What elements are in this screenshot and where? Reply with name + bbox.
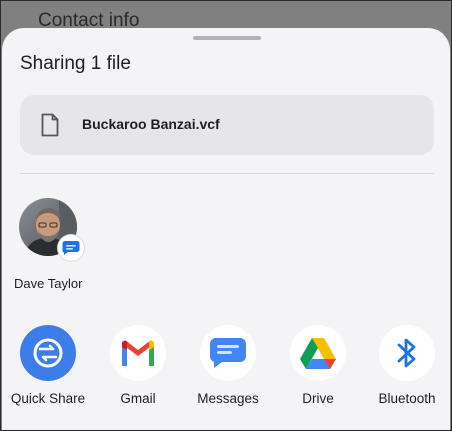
shared-file-name: Buckaroo Banzai.vcf [82, 116, 220, 132]
gmail-icon [110, 325, 166, 381]
app-label: Bluetooth [378, 391, 436, 406]
messages-icon [200, 325, 256, 381]
app-label: Gmail [120, 391, 156, 406]
share-target-bluetooth[interactable]: Bluetooth [362, 325, 451, 415]
messages-badge-icon [58, 235, 84, 261]
share-target-gmail[interactable]: Gmail [93, 325, 183, 415]
share-target-messages[interactable]: Messages [183, 325, 273, 415]
direct-share-contact[interactable]: Dave Taylor [6, 198, 126, 298]
bluetooth-icon [379, 325, 435, 381]
app-label: Drive [302, 391, 334, 406]
app-label: Quick Share [10, 391, 86, 406]
google-drive-icon [290, 325, 346, 381]
document-icon [40, 113, 60, 137]
share-target-drive[interactable]: Drive [273, 325, 363, 415]
drag-handle[interactable] [193, 36, 261, 40]
contact-name: Dave Taylor [14, 276, 83, 291]
app-label: Messages [197, 391, 259, 406]
share-sheet: Sharing 1 file Buckaroo Banzai.vcf Dave … [2, 28, 451, 430]
share-sheet-title: Sharing 1 file [20, 53, 131, 74]
divider [20, 173, 434, 174]
shared-file-card: Buckaroo Banzai.vcf [20, 95, 434, 155]
share-target-quick-share[interactable]: Quick Share [3, 325, 93, 415]
screen: Contact info Sharing 1 file Buckaroo Ban… [0, 0, 452, 431]
quick-share-icon [20, 325, 76, 381]
